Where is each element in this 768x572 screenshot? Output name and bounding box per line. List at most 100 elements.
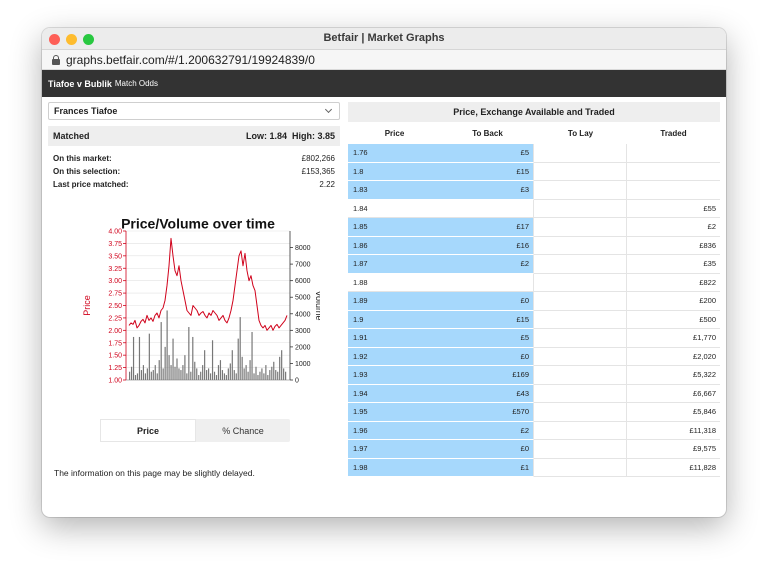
- volume-bar: [237, 338, 239, 380]
- column-header[interactable]: Traded: [627, 129, 720, 138]
- event-name: Tiafoe v Bublik: [48, 78, 112, 89]
- volume-bar: [239, 317, 241, 380]
- back-cell: £0: [441, 292, 534, 311]
- y2-tick-label: 2000: [295, 344, 311, 351]
- table-row[interactable]: 1.8 £15: [348, 162, 720, 181]
- table-row[interactable]: 1.94 £43 £6,667: [348, 384, 720, 403]
- lay-cell: [534, 181, 627, 200]
- volume-bar: [196, 368, 198, 380]
- volume-bar: [229, 363, 231, 380]
- table-row[interactable]: 1.86 £16 £836: [348, 236, 720, 255]
- table-row[interactable]: 1.87 £2 £35: [348, 255, 720, 274]
- table-row[interactable]: 1.92 £0 £2,020: [348, 347, 720, 366]
- volume-bar: [204, 350, 206, 380]
- lay-cell: [534, 366, 627, 385]
- back-cell: [441, 199, 534, 218]
- lay-cell: [534, 273, 627, 292]
- volume-bar: [279, 356, 281, 380]
- volume-bar: [259, 371, 261, 380]
- volume-bar: [247, 371, 249, 380]
- volume-bar: [251, 331, 253, 380]
- lay-cell: [534, 421, 627, 440]
- y-tick-label: 3.25: [108, 266, 122, 273]
- volume-bar: [160, 322, 162, 380]
- price-line: [128, 237, 288, 331]
- stat-label: On this market:: [53, 154, 112, 163]
- table-row[interactable]: 1.96 £2 £11,318: [348, 421, 720, 440]
- volume-bar: [221, 370, 224, 380]
- price-cell: 1.96: [348, 421, 441, 440]
- y-tick-label: 2.50: [108, 303, 122, 310]
- stat-value: £153,365: [301, 167, 335, 176]
- volume-bar: [198, 375, 200, 380]
- back-cell: £17: [441, 218, 534, 237]
- back-cell: £3: [441, 181, 534, 200]
- address-bar[interactable]: graphs.betfair.com/#/1.200632791/1992483…: [42, 50, 726, 70]
- volume-bar: [217, 365, 220, 380]
- stat-row: On this market: £802,266: [53, 152, 335, 165]
- table-row[interactable]: 1.9 £15 £500: [348, 310, 720, 329]
- volume-bar: [227, 368, 229, 380]
- volume-bar: [283, 368, 285, 380]
- volume-bar: [211, 340, 214, 380]
- volume-bar: [138, 336, 141, 380]
- price-cell: 1.89: [348, 292, 441, 311]
- table-row[interactable]: 1.83 £3: [348, 181, 720, 200]
- toggle-price[interactable]: Price: [100, 419, 196, 442]
- table-row[interactable]: 1.89 £0 £200: [348, 292, 720, 311]
- table-row[interactable]: 1.76 £5: [348, 144, 720, 163]
- volume-bar: [269, 370, 271, 380]
- volume-bar: [253, 373, 255, 380]
- volume-bar: [130, 366, 133, 380]
- matched-low: Low: 1.84: [245, 131, 287, 141]
- volume-bar: [209, 373, 212, 380]
- volume-bar: [174, 366, 176, 380]
- table-row[interactable]: 1.84 £55: [348, 199, 720, 218]
- volume-bar: [225, 375, 227, 380]
- table-row[interactable]: 1.91 £5 £1,770: [348, 329, 720, 348]
- market-stats: On this market: £802,266 On this selecti…: [48, 152, 340, 191]
- y-tick-label: 1.50: [108, 353, 122, 360]
- back-cell: £15: [441, 310, 534, 329]
- price-ladder: Price, Exchange Available and Traded Pri…: [348, 102, 720, 479]
- y-tick-label: 2.00: [108, 328, 122, 335]
- volume-bar: [158, 360, 160, 380]
- y-tick-label: 3.00: [108, 278, 122, 285]
- table-row[interactable]: 1.93 £169 £5,322: [348, 366, 720, 385]
- volume-bar: [202, 365, 204, 380]
- volume-bar: [257, 375, 259, 380]
- back-cell: £2: [441, 421, 534, 440]
- lay-cell: [534, 255, 627, 274]
- volume-bar: [140, 370, 143, 380]
- price-cell: 1.98: [348, 458, 441, 477]
- volume-bar: [194, 361, 196, 380]
- price-cell: 1.94: [348, 384, 441, 403]
- selection-dropdown[interactable]: Frances Tiafoe: [48, 102, 340, 120]
- column-header[interactable]: To Back: [441, 129, 534, 138]
- volume-bar: [255, 366, 257, 380]
- traded-cell: £9,575: [627, 440, 720, 459]
- url-text[interactable]: graphs.betfair.com/#/1.200632791/1992483…: [66, 53, 315, 67]
- volume-bar: [213, 371, 216, 380]
- volume-bar: [170, 365, 172, 380]
- volume-bar: [273, 361, 275, 380]
- column-header[interactable]: To Lay: [534, 129, 627, 138]
- price-cell: 1.83: [348, 181, 441, 200]
- volume-bar: [180, 370, 182, 380]
- column-header[interactable]: Price: [348, 129, 441, 138]
- volume-bar: [136, 373, 139, 380]
- volume-bar: [208, 368, 210, 380]
- toggle-percent-chance[interactable]: % Chance: [196, 419, 290, 442]
- table-row[interactable]: 1.97 £0 £9,575: [348, 440, 720, 459]
- back-cell: £169: [441, 366, 534, 385]
- chart-title: Price/Volume over time: [121, 217, 275, 232]
- traded-cell: £822: [627, 274, 720, 292]
- table-row[interactable]: 1.88 £822: [348, 273, 720, 292]
- lay-cell: [534, 162, 627, 181]
- table-row[interactable]: 1.98 £1 £11,828: [348, 458, 720, 477]
- table-row[interactable]: 1.95 £570 £5,846: [348, 403, 720, 422]
- back-cell: [441, 273, 534, 292]
- volume-bar: [200, 371, 202, 380]
- table-row[interactable]: 1.85 £17 £2: [348, 218, 720, 237]
- volume-bar: [281, 350, 283, 380]
